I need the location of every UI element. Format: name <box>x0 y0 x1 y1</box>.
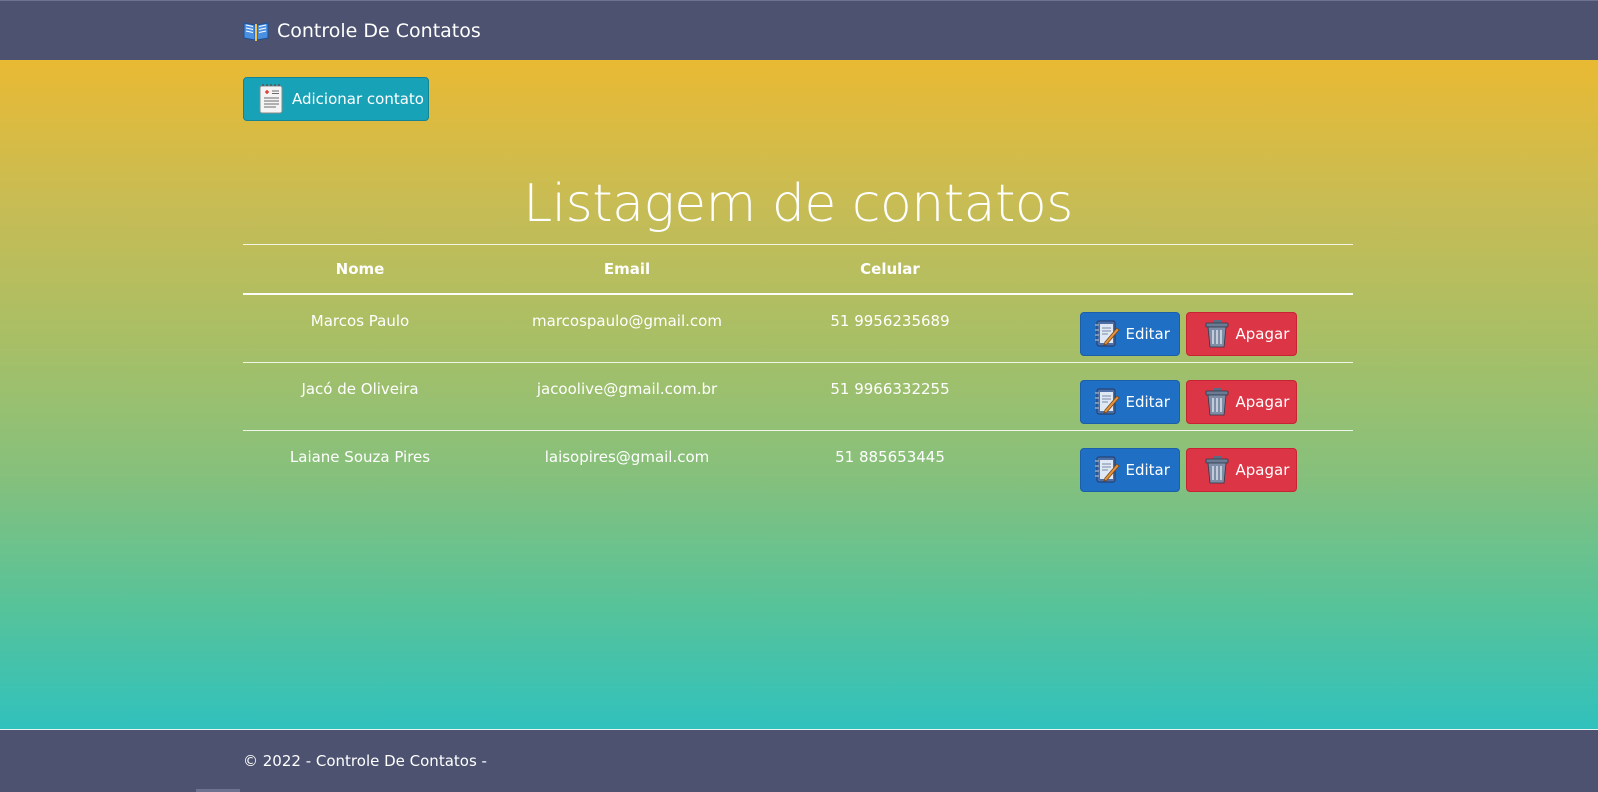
trash-can-icon <box>1205 455 1228 483</box>
header-actions <box>1003 244 1353 295</box>
delete-button[interactable]: Apagar <box>1185 447 1297 492</box>
navbar: Controle De Contatos <box>0 0 1598 60</box>
cell-actions: Editar Apagar <box>1003 362 1353 431</box>
edit-button[interactable]: Editar <box>1079 447 1180 492</box>
contacts-table: Nome Email Celular Marcos Paulo marcospa… <box>243 244 1353 498</box>
cell-nome: Marcos Paulo <box>243 294 477 363</box>
delete-label: Apagar <box>1235 460 1290 479</box>
edit-label: Editar <box>1125 460 1170 479</box>
cell-email: marcospaulo@gmail.com <box>477 294 777 363</box>
notebook-pencil-icon <box>1094 456 1120 482</box>
table-row: Marcos Paulo marcospaulo@gmail.com 51 99… <box>243 294 1353 363</box>
delete-label: Apagar <box>1235 392 1290 411</box>
brand-title: Controle De Contatos <box>277 20 481 42</box>
trash-can-icon <box>1205 320 1228 348</box>
cell-nome: Jacó de Oliveira <box>243 362 477 431</box>
notebook-pencil-icon <box>1094 388 1120 414</box>
header-nome: Nome <box>243 244 477 295</box>
header-email: Email <box>477 244 777 295</box>
delete-button[interactable]: Apagar <box>1185 312 1297 356</box>
edit-label: Editar <box>1125 392 1170 411</box>
page-title: Listagem de contatos <box>523 174 1073 234</box>
add-contact-label: Adicionar contato <box>292 90 424 108</box>
edit-button[interactable]: Editar <box>1079 379 1180 424</box>
footer: © 2022 - Controle De Contatos - <box>0 730 1598 792</box>
delete-button[interactable]: Apagar <box>1185 379 1297 424</box>
cell-celular: 51 9956235689 <box>777 294 1003 363</box>
main-content: Adicionar contato Listagem de contatos N… <box>0 60 1598 730</box>
cell-actions: Editar Apagar <box>1003 430 1353 498</box>
delete-label: Apagar <box>1235 325 1290 343</box>
header-celular: Celular <box>777 244 1003 295</box>
footer-text: © 2022 - Controle De Contatos - <box>243 752 487 770</box>
brand-link[interactable]: Controle De Contatos <box>243 1 481 61</box>
edit-label: Editar <box>1125 325 1170 343</box>
cell-actions: Editar Apagar <box>1003 294 1353 363</box>
table-row: Jacó de Oliveira jacoolive@gmail.com.br … <box>243 362 1353 431</box>
cell-email: laisopires@gmail.com <box>544 447 710 466</box>
notepad-icon <box>259 84 283 114</box>
open-book-icon <box>243 22 269 41</box>
cell-celular: 51 9966332255 <box>777 362 1003 431</box>
cell-email: jacoolive@gmail.com.br <box>477 362 777 431</box>
notebook-pencil-icon <box>1094 320 1120 347</box>
add-contact-button[interactable]: Adicionar contato <box>243 77 429 121</box>
table-header-row: Nome Email Celular <box>243 244 1353 295</box>
cell-celular: 51 885653445 <box>835 447 945 466</box>
cell-nome: Laiane Souza Pires <box>289 447 431 466</box>
trash-can-icon <box>1205 387 1228 415</box>
table-row: Laiane Souza Pires laisopires@gmail.com … <box>243 430 1353 498</box>
edit-button[interactable]: Editar <box>1079 312 1180 356</box>
